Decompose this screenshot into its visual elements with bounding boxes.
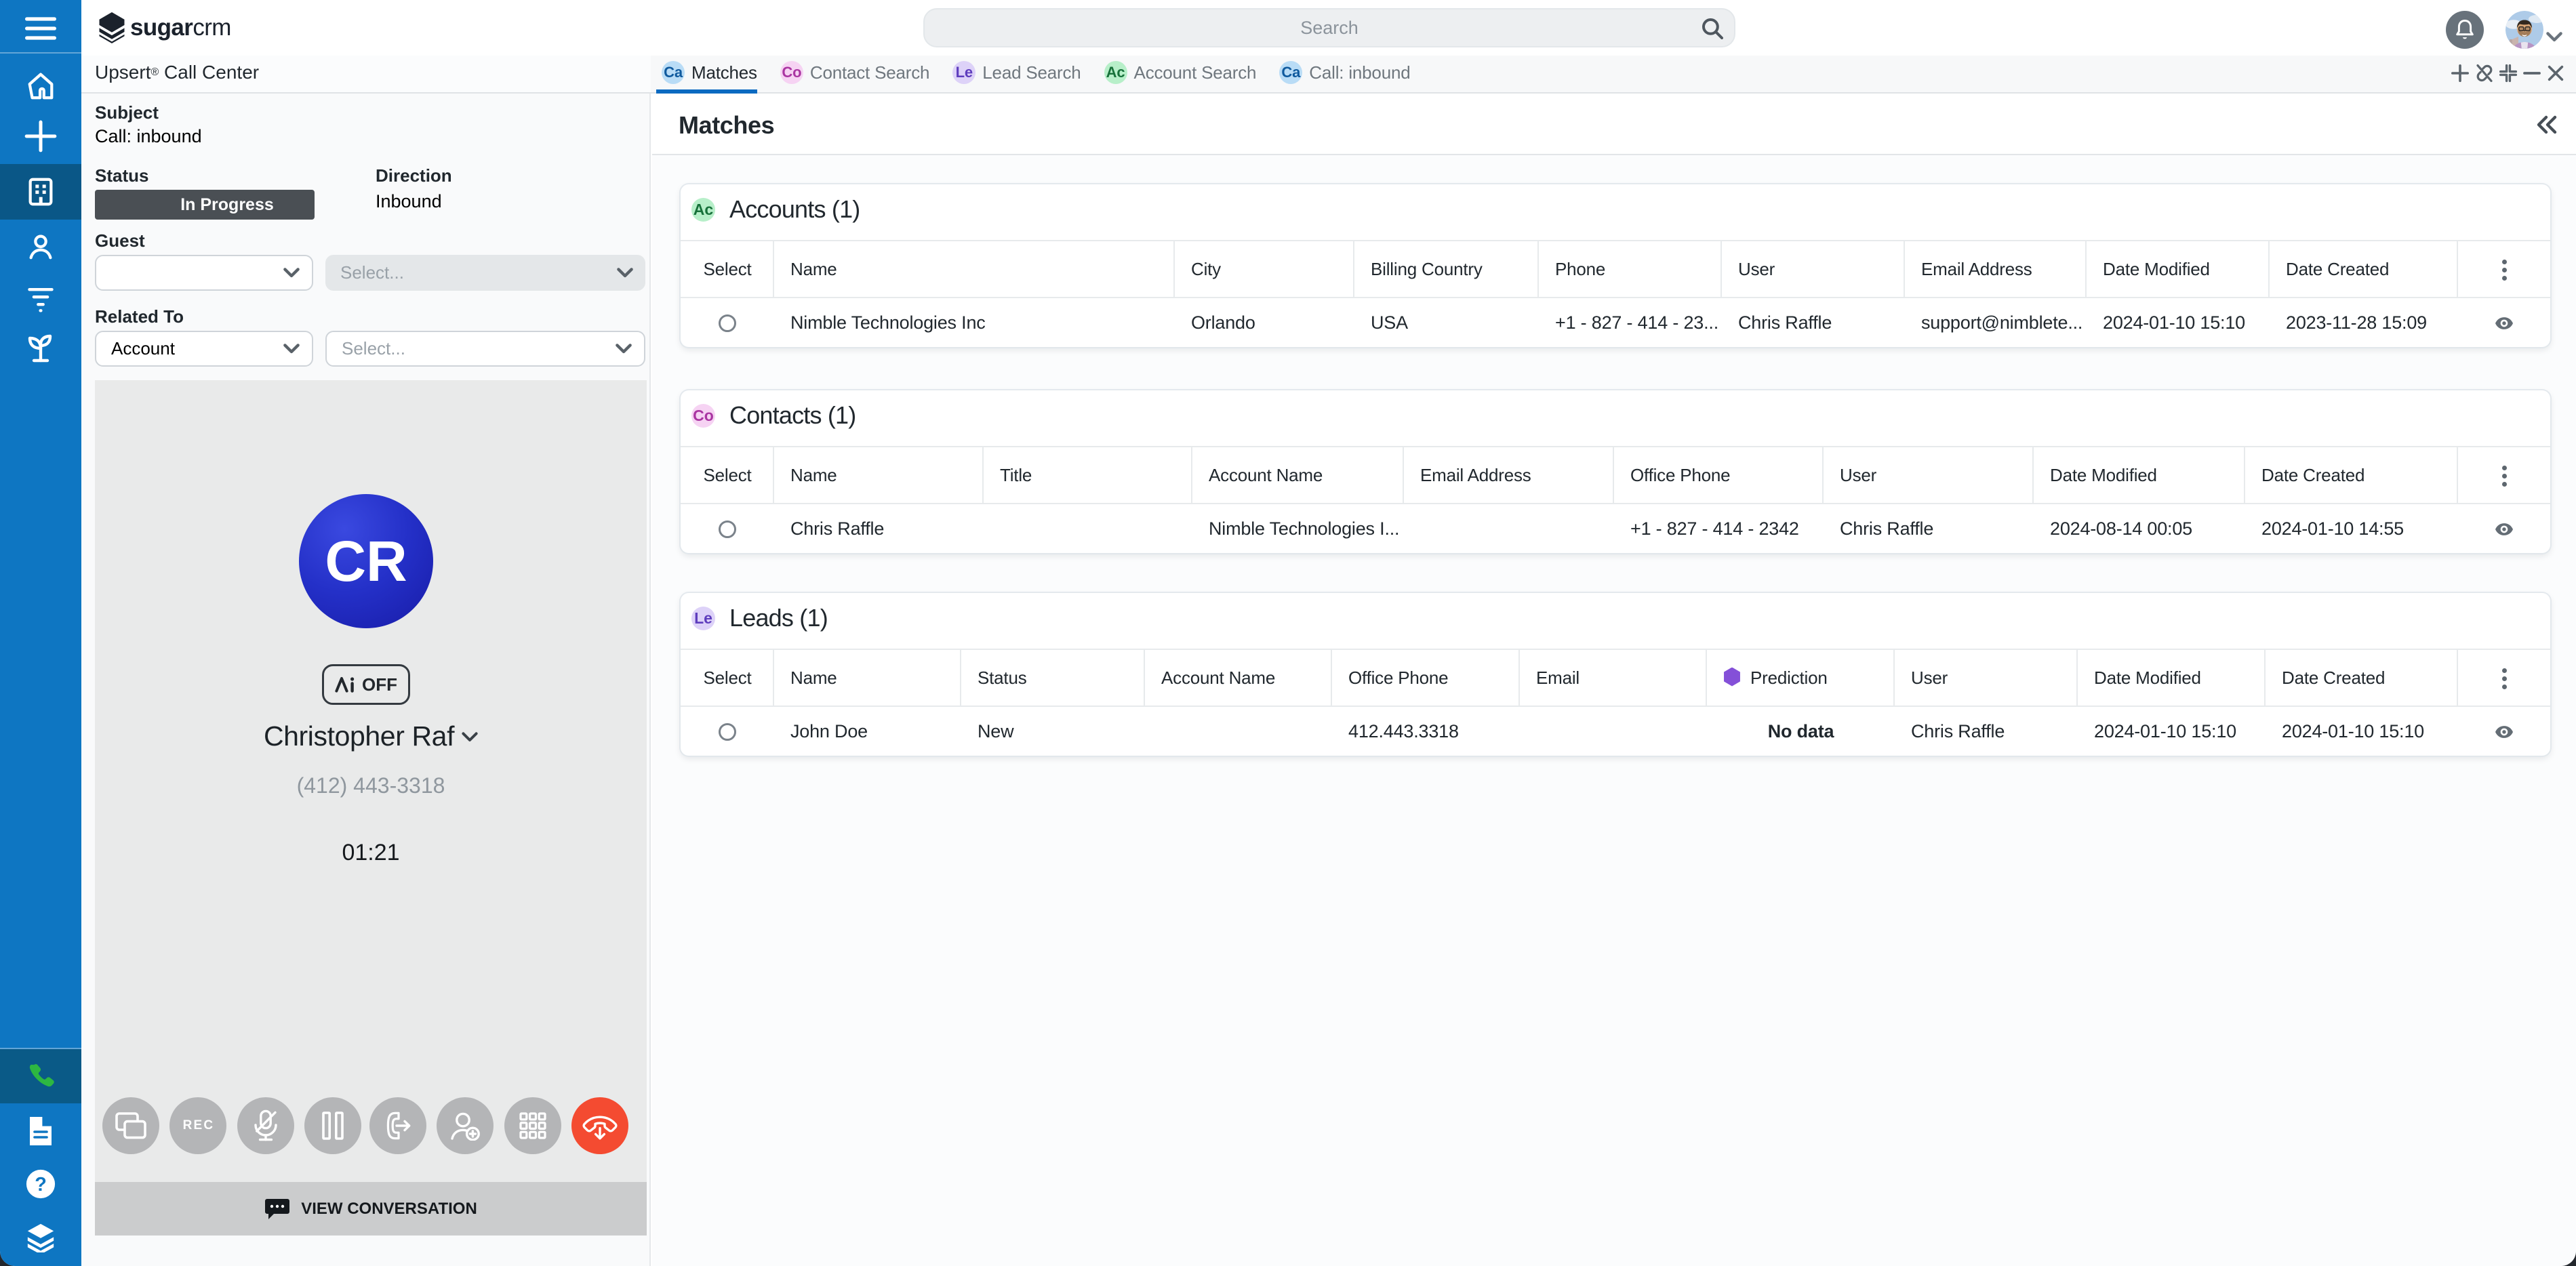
svg-text:?: ?: [35, 1174, 47, 1196]
